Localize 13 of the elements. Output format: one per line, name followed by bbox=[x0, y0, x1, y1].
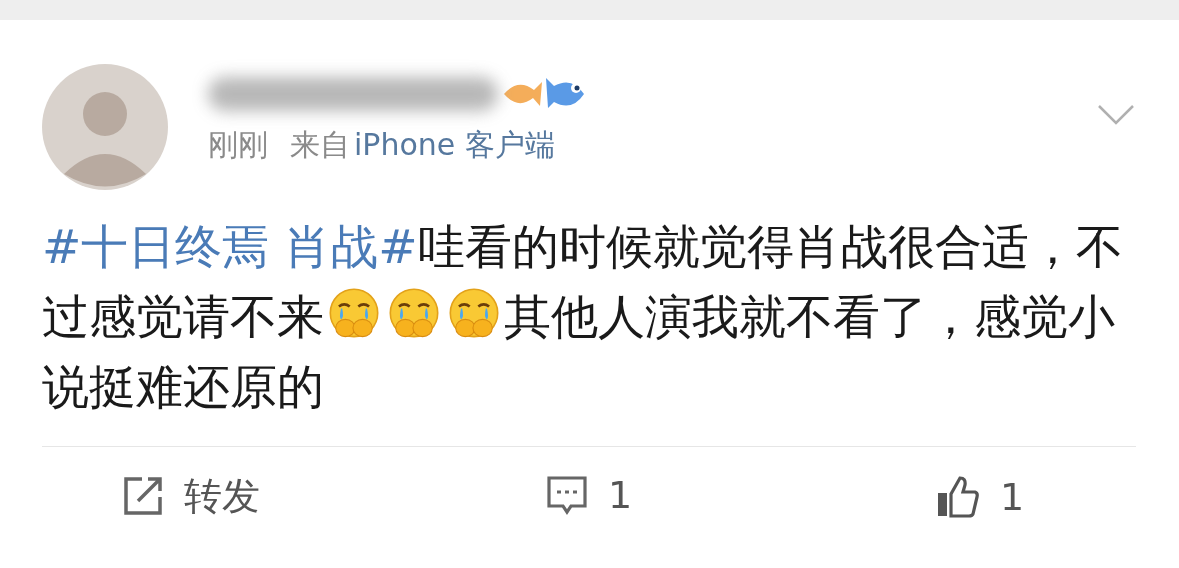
post-text: #十日终焉 肖战#哇看的时候就觉得肖战很合适，不过感觉请不来 其他人演我就不看了，感觉小说挺难还原的 bbox=[42, 218, 1124, 416]
like-button[interactable]: 1 bbox=[936, 475, 1025, 519]
post-time: 刚刚 bbox=[208, 130, 268, 160]
source-prefix: 来自 bbox=[290, 130, 350, 160]
chevron-down-icon[interactable] bbox=[1097, 104, 1135, 126]
source-link[interactable]: iPhone 客户端 bbox=[354, 130, 555, 160]
comment-button[interactable]: 1 bbox=[546, 475, 633, 515]
comment-icon bbox=[546, 475, 588, 515]
share-icon bbox=[122, 475, 164, 517]
repost-button[interactable]: 转发 bbox=[122, 475, 260, 517]
hashtag-link[interactable]: #十日终焉 肖战# bbox=[42, 219, 418, 274]
thumbs-up-icon bbox=[936, 475, 980, 519]
avatar[interactable] bbox=[42, 64, 168, 190]
